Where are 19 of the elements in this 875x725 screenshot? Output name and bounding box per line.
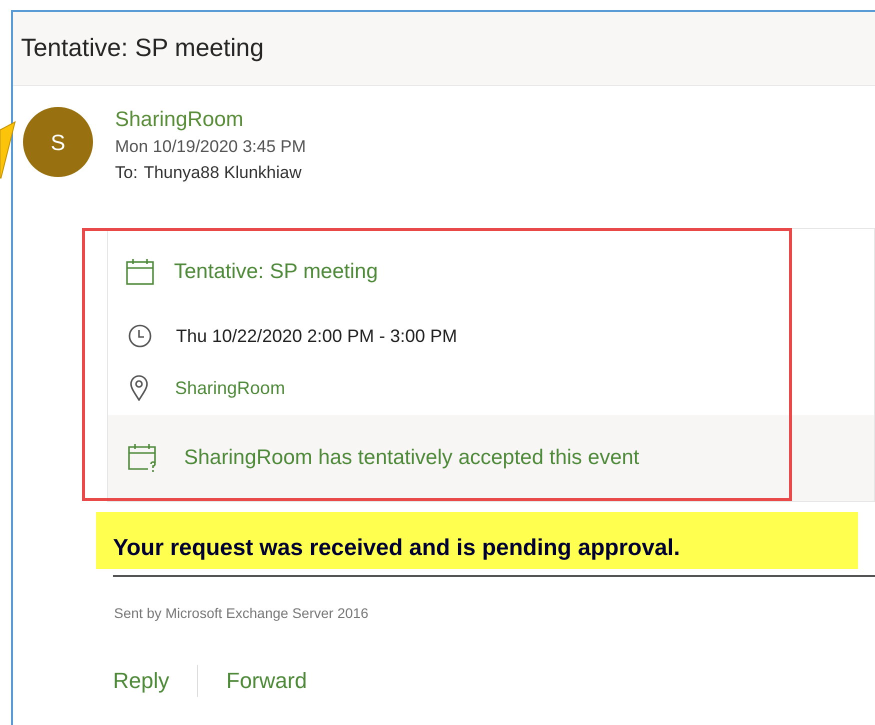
event-title[interactable]: Tentative: SP meeting xyxy=(174,256,378,288)
sent-date: Mon 10/19/2020 3:45 PM xyxy=(115,136,306,158)
callout-pointer xyxy=(0,120,16,180)
event-location[interactable]: SharingRoom xyxy=(175,374,286,402)
calendar-question-icon xyxy=(128,443,158,473)
sender-name[interactable]: SharingRoom xyxy=(115,107,306,133)
reply-button[interactable]: Reply xyxy=(113,664,170,697)
recipient-name: Thunya88 Klunkhiaw xyxy=(144,162,302,184)
event-time: Thu 10/22/2020 2:00 PM - 3:00 PM xyxy=(176,324,458,348)
message-text: Your request was received and is pending approval. xyxy=(113,533,680,562)
to-label: To: xyxy=(115,162,138,184)
email-subject: Tentative: SP meeting xyxy=(21,32,264,64)
location-pin-icon xyxy=(130,375,148,401)
footer-text: Sent by Microsoft Exchange Server 2016 xyxy=(114,604,368,623)
calendar-icon xyxy=(126,259,154,285)
avatar: S xyxy=(23,107,93,177)
response-status: SharingRoom has tentatively accepted this event xyxy=(184,445,640,472)
clock-icon xyxy=(128,324,152,348)
forward-button[interactable]: Forward xyxy=(226,664,307,697)
